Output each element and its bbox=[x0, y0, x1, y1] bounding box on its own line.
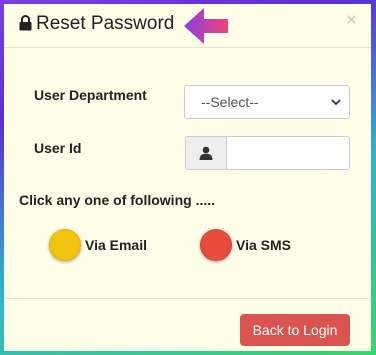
lock-icon bbox=[19, 15, 32, 31]
sms-radio[interactable] bbox=[200, 229, 232, 261]
via-email-label: Via Email bbox=[85, 237, 148, 253]
user-id-field[interactable] bbox=[226, 136, 350, 170]
arrow-left-icon bbox=[184, 8, 228, 44]
email-radio[interactable] bbox=[49, 229, 81, 261]
modal-header: Reset Password × bbox=[4, 4, 371, 48]
user-id-addon bbox=[185, 136, 227, 170]
department-select[interactable]: --Select-- bbox=[184, 85, 350, 119]
via-sms-label: Via SMS bbox=[236, 237, 291, 253]
close-button[interactable]: × bbox=[346, 11, 357, 30]
department-select-value: --Select-- bbox=[201, 94, 259, 110]
back-to-login-button[interactable]: Back to Login bbox=[240, 314, 350, 346]
modal-title: Reset Password bbox=[36, 13, 175, 34]
modal-footer-divider bbox=[4, 298, 371, 299]
via-email-option[interactable]: Via Email bbox=[49, 229, 159, 263]
user-icon bbox=[199, 146, 213, 160]
instructions-text: Click any one of following ..... bbox=[19, 192, 216, 208]
user-id-label: User Id bbox=[34, 140, 82, 156]
reset-password-modal: Reset Password × User Department --Selec… bbox=[4, 4, 371, 351]
via-sms-option[interactable]: Via SMS bbox=[200, 229, 300, 263]
user-id-input-group bbox=[185, 136, 350, 170]
chevron-down-icon bbox=[331, 99, 341, 106]
department-label: User Department bbox=[34, 87, 147, 103]
